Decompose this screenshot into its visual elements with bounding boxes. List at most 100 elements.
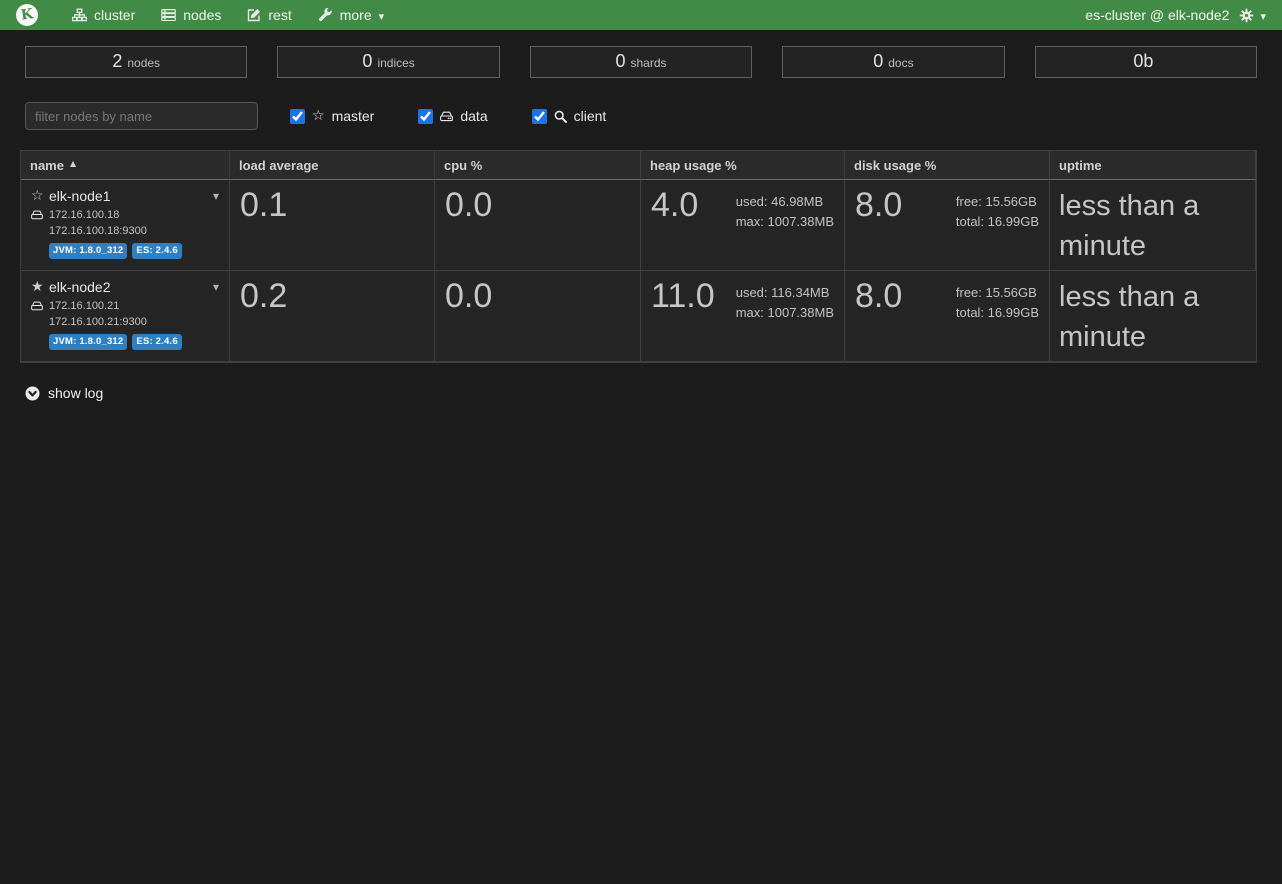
node-row-elk-node1-name-cell: ☆ elk-node1 ▾ 172.16.100.18 172.16.100.1… <box>21 180 230 271</box>
node-row-elk-node2-disk-cell: 8.0 free: 15.56GB total: 16.99GB <box>845 271 1050 362</box>
filter-master-checkbox-group[interactable]: ☆ master <box>290 108 374 124</box>
disk-percent-value: 8.0 <box>855 186 902 224</box>
show-log-label: show log <box>48 385 103 401</box>
stat-docs-label: docs <box>888 56 913 70</box>
nav-item-cluster[interactable]: cluster <box>72 7 135 23</box>
nodes-table: name ▲ load average cpu % heap usage % d… <box>20 150 1257 363</box>
column-header-cpu[interactable]: cpu % <box>435 151 641 180</box>
master-checkbox[interactable] <box>290 109 305 124</box>
column-header-name-label: name <box>30 158 64 173</box>
nav-item-more[interactable]: more ▾ <box>318 7 384 23</box>
node-transport-address: 172.16.100.18:9300 <box>49 225 219 237</box>
chevron-down-icon: ▾ <box>379 11 385 22</box>
node-row-elk-node1-uptime-cell: less than a minute <box>1050 180 1256 271</box>
client-checkbox[interactable] <box>532 109 547 124</box>
node-transport-address: 172.16.100.21:9300 <box>49 316 219 328</box>
heap-used: used: 116.34MB <box>736 283 834 303</box>
column-header-uptime[interactable]: uptime <box>1050 151 1256 180</box>
star-outline-icon: ☆ <box>312 109 325 123</box>
node-row-elk-node1-cpu-cell: 0.0 <box>435 180 641 271</box>
wrench-icon <box>318 8 333 23</box>
stat-shards: 0 shards <box>530 46 752 78</box>
chevron-down-icon: ▾ <box>1260 11 1266 22</box>
column-header-name[interactable]: name ▲ <box>21 151 230 180</box>
cpu-percent-value: 0.0 <box>445 186 492 224</box>
es-version-badge: ES: 2.4.6 <box>132 334 181 350</box>
node-ip: 172.16.100.18 <box>49 209 119 221</box>
kopf-logo-letter: K <box>20 6 34 24</box>
stat-size: 0b <box>1035 46 1257 78</box>
column-header-disk[interactable]: disk usage % <box>845 151 1050 180</box>
node-row-elk-node2-uptime-cell: less than a minute <box>1050 271 1256 362</box>
cpu-percent-value: 0.0 <box>445 277 492 315</box>
cluster-stats-row: 2 nodes 0 indices 0 shards 0 docs 0b <box>0 30 1282 78</box>
nav-item-cluster-label: cluster <box>94 7 135 23</box>
heap-percent-value: 4.0 <box>651 186 698 224</box>
node-name: elk-node1 <box>49 188 111 204</box>
kopf-logo[interactable]: K <box>16 4 38 26</box>
settings-menu[interactable]: ▾ <box>1239 8 1266 23</box>
column-header-disk-label: disk usage % <box>854 158 936 173</box>
filter-data-label: data <box>460 108 487 124</box>
stat-shards-value: 0 <box>615 51 625 72</box>
node-ip: 172.16.100.21 <box>49 300 119 312</box>
node-actions-caret-icon[interactable]: ▾ <box>213 280 219 294</box>
stat-docs-value: 0 <box>873 51 883 72</box>
top-navbar: K cluster nodes <box>0 0 1282 30</box>
column-header-cpu-label: cpu % <box>444 158 482 173</box>
node-row-elk-node1-heap-cell: 4.0 used: 46.98MB max: 1007.38MB <box>641 180 845 271</box>
filter-client-label: client <box>574 108 607 124</box>
stat-shards-label: shards <box>631 56 667 70</box>
hard-drive-icon <box>31 210 43 220</box>
circle-chevron-down-icon <box>25 386 40 401</box>
master-eligible-star-icon: ☆ <box>31 188 49 204</box>
load-average-value: 0.2 <box>240 277 287 315</box>
disk-percent-value: 8.0 <box>855 277 902 315</box>
column-header-heap-label: heap usage % <box>650 158 737 173</box>
current-master-star-icon: ★ <box>31 279 49 295</box>
stat-indices-label: indices <box>377 56 414 70</box>
node-name: elk-node2 <box>49 279 111 295</box>
disk-free: free: 15.56GB <box>956 283 1039 303</box>
filter-data-checkbox-group[interactable]: data <box>418 108 487 124</box>
sitemap-icon <box>72 8 87 22</box>
nav-item-rest-label: rest <box>268 7 291 23</box>
node-actions-caret-icon[interactable]: ▾ <box>213 189 219 203</box>
es-version-badge: ES: 2.4.6 <box>132 243 181 259</box>
node-row-elk-node2-name-cell: ★ elk-node2 ▾ 172.16.100.21 172.16.100.2… <box>21 271 230 362</box>
heap-used: used: 46.98MB <box>736 192 834 212</box>
disk-total: total: 16.99GB <box>956 303 1039 323</box>
node-row-elk-node1-disk-cell: 8.0 free: 15.56GB total: 16.99GB <box>845 180 1050 271</box>
stat-docs: 0 docs <box>782 46 1004 78</box>
nav-item-nodes[interactable]: nodes <box>161 7 221 23</box>
stat-size-value: 0b <box>1133 51 1153 72</box>
filter-client-checkbox-group[interactable]: client <box>532 108 607 124</box>
column-header-heap[interactable]: heap usage % <box>641 151 845 180</box>
data-checkbox[interactable] <box>418 109 433 124</box>
nav-item-nodes-label: nodes <box>183 7 221 23</box>
stat-indices: 0 indices <box>277 46 499 78</box>
jvm-version-badge: JVM: 1.8.0_312 <box>49 243 127 259</box>
heap-percent-value: 11.0 <box>651 277 715 315</box>
stat-indices-value: 0 <box>362 51 372 72</box>
search-icon <box>554 110 567 123</box>
stat-nodes-value: 2 <box>112 51 122 72</box>
disk-free: free: 15.56GB <box>956 192 1039 212</box>
filter-master-label: master <box>332 108 375 124</box>
column-header-uptime-label: uptime <box>1059 158 1102 173</box>
node-row-elk-node1-load-cell: 0.1 <box>230 180 435 271</box>
nav-item-rest[interactable]: rest <box>247 7 291 23</box>
stat-nodes: 2 nodes <box>25 46 247 78</box>
load-average-value: 0.1 <box>240 186 287 224</box>
node-filter-row: ☆ master data client <box>0 78 1282 130</box>
column-header-load-average[interactable]: load average <box>230 151 435 180</box>
edit-icon <box>247 8 261 22</box>
filter-nodes-input[interactable] <box>25 102 258 130</box>
sort-asc-icon: ▲ <box>70 159 76 168</box>
hard-drive-icon <box>31 301 43 311</box>
stat-nodes-label: nodes <box>127 56 160 70</box>
disk-total: total: 16.99GB <box>956 212 1039 232</box>
connected-cluster-label: es-cluster @ elk-node2 <box>1085 7 1229 23</box>
jvm-version-badge: JVM: 1.8.0_312 <box>49 334 127 350</box>
show-log-toggle[interactable]: show log <box>25 385 103 401</box>
